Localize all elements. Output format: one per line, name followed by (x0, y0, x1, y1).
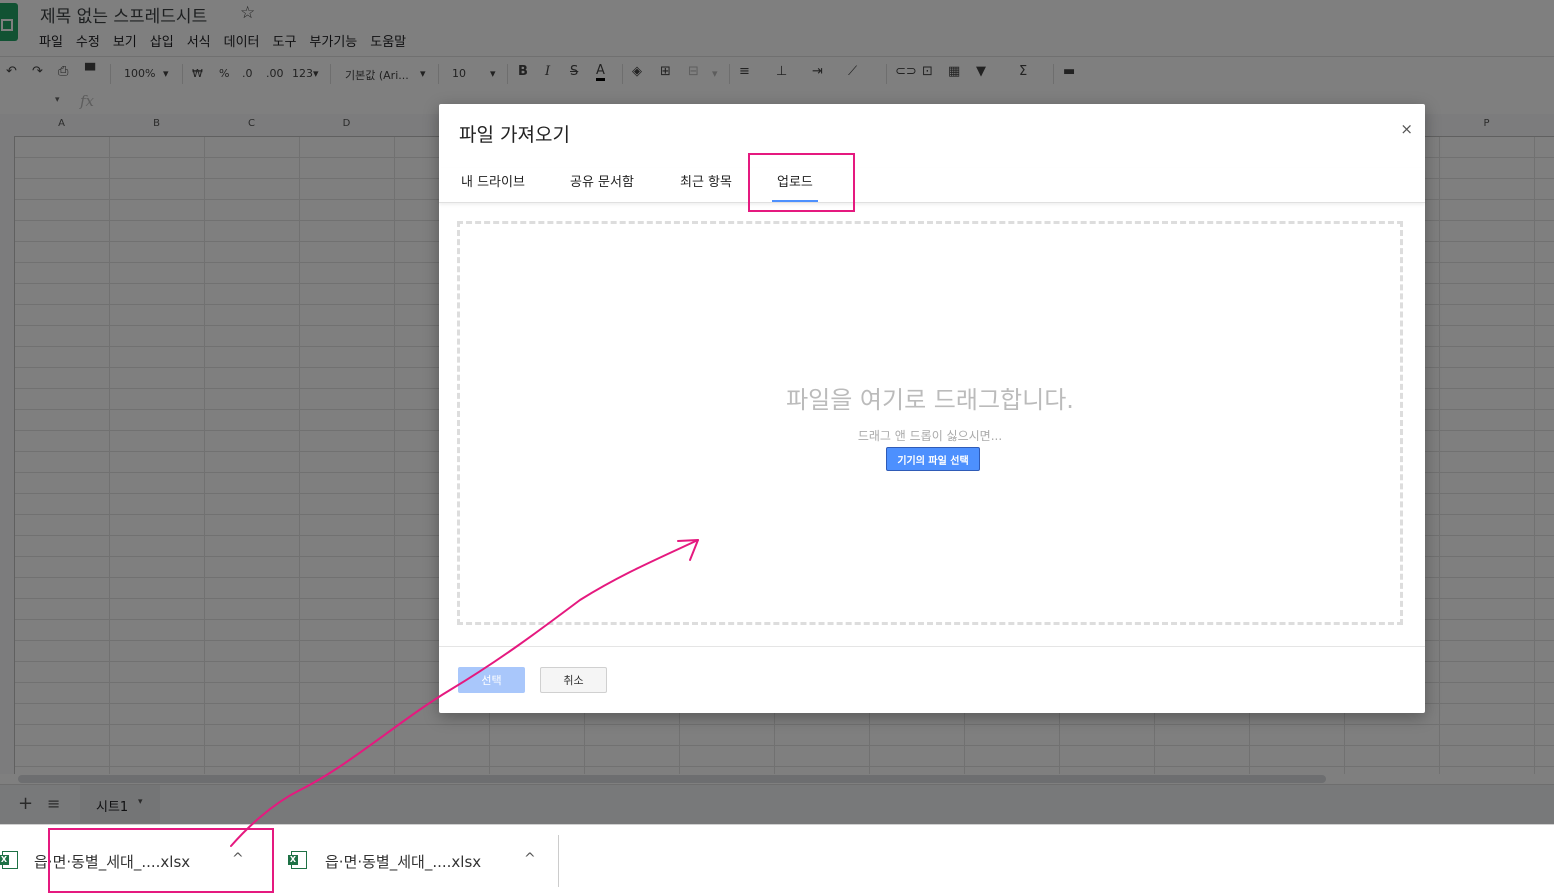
excel-file-icon: X (288, 851, 307, 869)
tab-recent[interactable]: 최근 항목 (680, 171, 732, 190)
spreadsheet-app: 제목 없는 스프레드시트 ☆ 파일 수정 보기 삽입 서식 데이터 도구 부가기… (0, 0, 1554, 824)
download-file-name[interactable]: 읍·면·동별_세대_....xlsx (325, 851, 481, 872)
tab-shared-with-me[interactable]: 공유 문서함 (570, 171, 634, 190)
drop-zone-subtitle: 드래그 앤 드롭이 싫으시면... (857, 429, 1003, 443)
dialog-tabs: 내 드라이브 공유 문서함 최근 항목 업로드 (439, 168, 1425, 203)
download-file-name[interactable]: 읍·면·동별_세대_....xlsx (34, 851, 190, 872)
excel-file-icon: X (0, 851, 18, 869)
import-file-dialog: 파일 가져오기 × 내 드라이브 공유 문서함 최근 항목 업로드 파일을 여기… (439, 104, 1425, 713)
file-drop-zone[interactable]: 파일을 여기로 드래그합니다. 드래그 앤 드롭이 싫으시면... 기기의 파일… (457, 221, 1403, 625)
download-shelf: X 읍·면·동별_세대_....xlsx ^ X 읍·면·동별_세대_....x… (0, 824, 1554, 895)
choose-file-button[interactable]: 기기의 파일 선택 (886, 447, 980, 471)
dialog-footer-divider (439, 646, 1425, 647)
download-item[interactable]: X 읍·면·동별_세대_....xlsx ^ (0, 825, 270, 895)
select-button[interactable]: 선택 (458, 667, 525, 693)
dialog-title: 파일 가져오기 (459, 124, 570, 146)
tab-my-drive[interactable]: 내 드라이브 (461, 171, 525, 190)
close-icon[interactable]: × (1400, 120, 1413, 138)
download-item[interactable]: X 읍·면·동별_세대_....xlsx ^ (285, 825, 555, 895)
chevron-up-icon[interactable]: ^ (524, 851, 536, 867)
drop-zone-title: 파일을 여기로 드래그합니다. (786, 386, 1074, 414)
cancel-button[interactable]: 취소 (540, 667, 607, 693)
chevron-up-icon[interactable]: ^ (232, 851, 244, 867)
download-shelf-divider (558, 835, 559, 887)
tab-upload[interactable]: 업로드 (772, 171, 818, 202)
